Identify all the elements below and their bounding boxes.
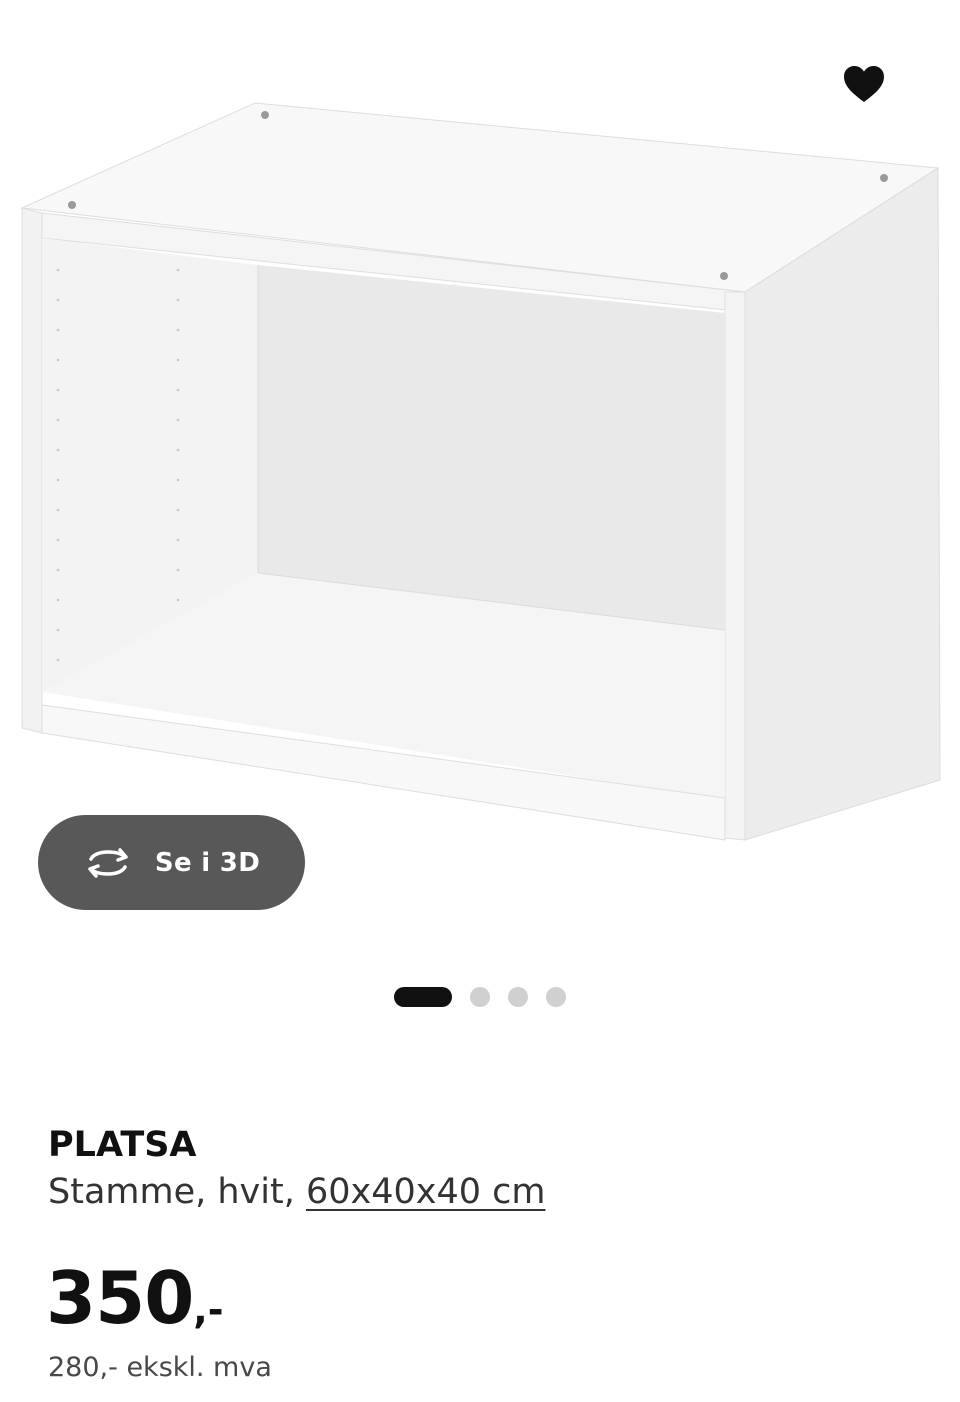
favourite-button[interactable] (836, 58, 892, 110)
view-in-3d-button[interactable]: Se i 3D (38, 815, 305, 910)
heart-icon (844, 66, 884, 102)
product-description: Stamme, hvit, 60x40x40 cm (48, 1172, 545, 1212)
carousel-dot[interactable] (470, 987, 490, 1007)
carousel-dot-active[interactable] (394, 987, 452, 1007)
carousel-dot[interactable] (546, 987, 566, 1007)
price-excluding-vat: 280,- ekskl. mva (48, 1352, 272, 1383)
product-name: PLATSA (48, 1125, 197, 1165)
rotate-3d-icon (88, 847, 128, 878)
product-price: 350 ,- (46, 1256, 224, 1340)
price-integer: 350 (46, 1256, 194, 1340)
product-image-gallery[interactable]: Se i 3D (0, 0, 960, 960)
product-type-text: Stamme, hvit, (48, 1172, 306, 1212)
view-in-3d-label: Se i 3D (154, 847, 261, 878)
price-suffix: ,- (193, 1288, 224, 1332)
product-measurement-link[interactable]: 60x40x40 cm (306, 1172, 546, 1212)
carousel-pagination (0, 986, 960, 1008)
carousel-dot[interactable] (508, 987, 528, 1007)
